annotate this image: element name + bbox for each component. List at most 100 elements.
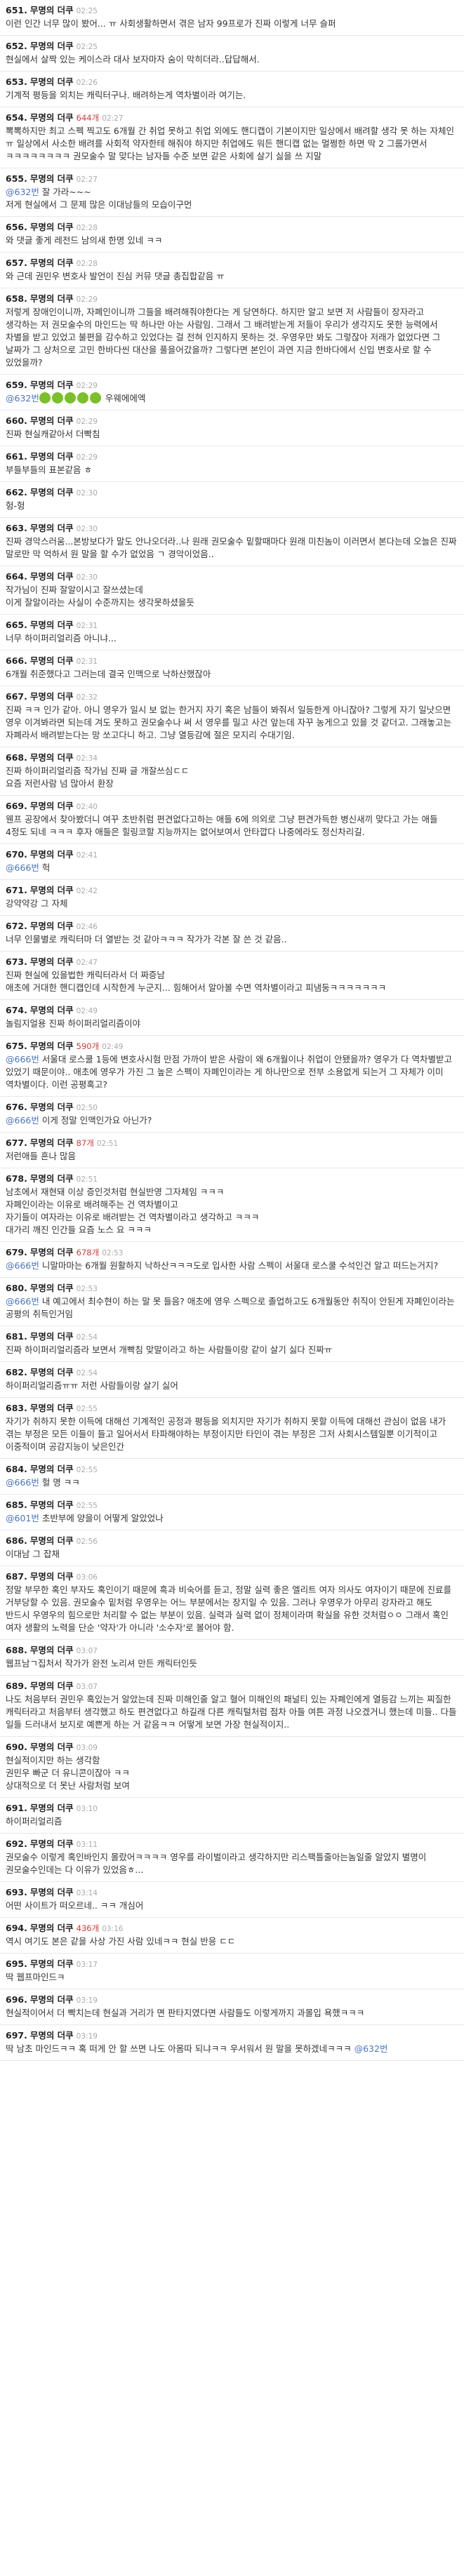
reply-link[interactable]: @666번 [6,1260,39,1271]
comment-author[interactable]: 무명의 더쿠 [30,5,74,15]
comment-meta: 675. 무명의 더쿠 590개 02:49 [6,1040,458,1052]
comment-item: 665. 무명의 더쿠 02:31 너무 하이퍼리얼리즘 아니냐... [0,615,464,650]
comment-author[interactable]: 무명의 더쿠 [30,1005,74,1015]
comment-author[interactable]: 무명의 더쿠 [30,1173,74,1184]
comment-author[interactable]: 무명의 더쿠 [30,1331,74,1342]
comment-time: 03:07 [76,1683,98,1691]
comment-meta: 667. 무명의 더쿠 02:32 [6,690,458,702]
comment-author[interactable]: 무명의 더쿠 [30,523,74,533]
reply-link[interactable]: @666번 [6,1296,39,1307]
comment-body: @666번 헉 [6,862,458,874]
reply-link[interactable]: @632번 [6,393,39,403]
reply-link[interactable]: @666번 [6,1477,39,1488]
comment-item: 669. 무명의 더쿠 02:40 웬프 공장에서 찾아봤더니 여꾸 초반취럼 편… [0,796,464,844]
comment-author[interactable]: 무명의 더쿠 [30,1137,74,1148]
comment-author[interactable]: 무명의 더쿠 [30,921,74,931]
comment-author[interactable]: 무명의 더쿠 [30,76,74,87]
comment-author[interactable]: 무명의 더쿠 [30,1247,74,1257]
comment-author[interactable]: 무명의 더쿠 [30,1742,74,1752]
comment-author[interactable]: 무명의 더쿠 [30,1464,74,1474]
comment-text: 어떤 사이트가 떠오르네.. ㅋㅋ 개심어 [6,1900,144,1911]
comment-author[interactable]: 무명의 더쿠 [30,571,74,582]
comment-item: 651. 무명의 더쿠 02:25 이런 인간 너무 많이 봤어... ㅠ 사회생… [0,0,464,36]
comment-meta: 692. 무명의 더쿠 03:11 [6,1838,458,1850]
comment-author[interactable]: 무명의 더쿠 [30,1994,74,2005]
comment-time: 02:49 [102,1043,124,1051]
comment-author[interactable]: 무명의 더쿠 [30,801,74,811]
comment-author[interactable]: 무명의 더쿠 [30,1535,74,1546]
comment-author[interactable]: 무명의 더쿠 [30,2030,74,2041]
comment-text: 강약약강 그 자체 [6,898,68,909]
comment-item: 662. 무명의 더쿠 02:30 헝-헝 [0,482,464,518]
comment-body: 와 근데 권민우 변호사 발언이 진심 커뮤 댓글 총집합같음 ㅠ [6,270,458,283]
reply-link[interactable]: @632번 [354,2043,388,2054]
comment-number: 668. [6,752,27,763]
comment-meta: 668. 무명의 더쿠 02:34 [6,752,458,763]
comment-number: 679. [6,1247,27,1257]
comment-author[interactable]: 무명의 더쿠 [30,173,74,184]
comment-item: 691. 무명의 더쿠 03:10 하이퍼리얼리즘 [0,1798,464,1834]
reply-link[interactable]: @666번 [6,1054,39,1065]
comment-body: 나도 처음부터 권민우 혹있는거 알았는데 진짜 미해인줄 알고 혈어 미해인의… [6,1693,458,1731]
comment-item: 661. 무명의 더쿠 02:29 부들부들의 표본같음 ㅎ [0,446,464,482]
comment-author[interactable]: 무명의 더쿠 [30,112,74,123]
comment-time: 02:53 [76,1285,98,1293]
comment-item: 664. 무명의 더쿠 02:30 작가님이 진짜 잘알이시고 잘쓰셨는데 이게 … [0,566,464,615]
comment-author[interactable]: 무명의 더쿠 [30,222,74,232]
comment-author[interactable]: 무명의 더쿠 [30,1681,74,1691]
comment-item: 658. 무명의 더쿠 02:29 저렇게 장애인이니까, 자폐인이니까 그들을 … [0,288,464,375]
comment-author[interactable]: 무명의 더쿠 [30,380,74,390]
comment-body: 이런 인간 너무 많이 봤어... ㅠ 사회생활하면서 겪은 남자 99프로가 … [6,18,458,30]
comment-author[interactable]: 무명의 더쿠 [30,1403,74,1413]
comment-author[interactable]: 무명의 더쿠 [30,1041,74,1051]
reply-link[interactable]: @601번 [6,1513,39,1523]
comment-author[interactable]: 무명의 더쿠 [30,1571,74,1582]
comment-meta: 677. 무명의 더쿠 87개 02:51 [6,1137,458,1149]
comment-number: 676. [6,1102,27,1112]
comment-author[interactable]: 무명의 더쿠 [30,1283,74,1293]
comment-text: 와 근데 권민우 변호사 발언이 진심 커뮤 댓글 총집합같음 ㅠ [6,271,225,281]
reply-link[interactable]: @666번 [6,1115,39,1126]
comment-author[interactable]: 무명의 더쿠 [30,293,74,304]
comment-item: 673. 무명의 더쿠 02:47 진짜 현실에 있을법한 캐릭터라서 더 짜증남… [0,952,464,1000]
reply-link[interactable]: @632번 [6,187,39,197]
comment-text: 자기가 취하지 못한 이득에 대해선 기계적인 공정과 평등을 외치지만 자기가… [6,1416,449,1452]
reply-link[interactable]: @666번 [6,862,39,873]
comment-author[interactable]: 무명의 더쿠 [30,752,74,763]
comment-author[interactable]: 무명의 더쿠 [30,1887,74,1897]
comment-author[interactable]: 무명의 더쿠 [30,415,74,426]
comment-author[interactable]: 무명의 더쿠 [30,487,74,498]
comment-body: @666번 니말마마는 6개월 원활하지 낙하산ㅋㅋㅋ도로 입사한 사람 스펙이… [6,1260,458,1272]
comment-number: 661. [6,451,27,462]
comment-author[interactable]: 무명의 더쿠 [30,451,74,462]
comment-author[interactable]: 무명의 더쿠 [30,885,74,895]
comment-author[interactable]: 무명의 더쿠 [30,1645,74,1655]
comment-author[interactable]: 무명의 더쿠 [30,1367,74,1377]
comment-author[interactable]: 무명의 더쿠 [30,1838,74,1849]
comment-author[interactable]: 무명의 더쿠 [30,1102,74,1112]
comment-author[interactable]: 무명의 더쿠 [30,258,74,268]
comment-author[interactable]: 무명의 더쿠 [30,41,74,51]
comment-meta: 682. 무명의 더쿠 02:54 [6,1366,458,1378]
comment-time: 02:51 [96,1140,119,1148]
comment-author[interactable]: 무명의 더쿠 [30,1500,74,1510]
comment-number: 652. [6,41,27,51]
comment-item: 692. 무명의 더쿠 03:11 권모술수 이렇게 혹인바인지 몰랐어ㅋㅋㅋㅋ … [0,1834,464,1882]
comment-author[interactable]: 무명의 더쿠 [30,956,74,967]
comment-author[interactable]: 무명의 더쿠 [30,1958,74,1969]
comment-author[interactable]: 무명의 더쿠 [30,849,74,860]
comment-meta: 688. 무명의 더쿠 03:07 [6,1644,458,1656]
comment-author[interactable]: 무명의 더쿠 [30,691,74,702]
comment-text: 진짜 경악스러움...본방보다가 말도 안나오더라..나 원래 권모술수 밑할때… [6,536,460,559]
comment-text: 저렇게 장애인이니까, 자폐인이니까 그들을 배려해줘야한다는 게 당연하다. … [6,307,444,368]
comment-meta: 689. 무명의 더쿠 03:07 [6,1680,458,1692]
comment-time: 02:55 [76,1405,98,1413]
comment-body: @666번 헐 명 ㅋㅋ [6,1476,458,1489]
comment-time: 02:27 [102,114,124,123]
comment-author[interactable]: 무명의 더쿠 [30,1923,74,1933]
comment-body: @666번 이게 정말 인맥인가요 아닌가? [6,1114,458,1127]
comment-author[interactable]: 무명의 더쿠 [30,655,74,666]
comment-author[interactable]: 무명의 더쿠 [30,1803,74,1813]
comment-author[interactable]: 무명의 더쿠 [30,620,74,630]
comment-item: 654. 무명의 더쿠 644개 02:27 뽁뽁하지만 최고 스펙 찍고도 6개… [0,107,464,168]
